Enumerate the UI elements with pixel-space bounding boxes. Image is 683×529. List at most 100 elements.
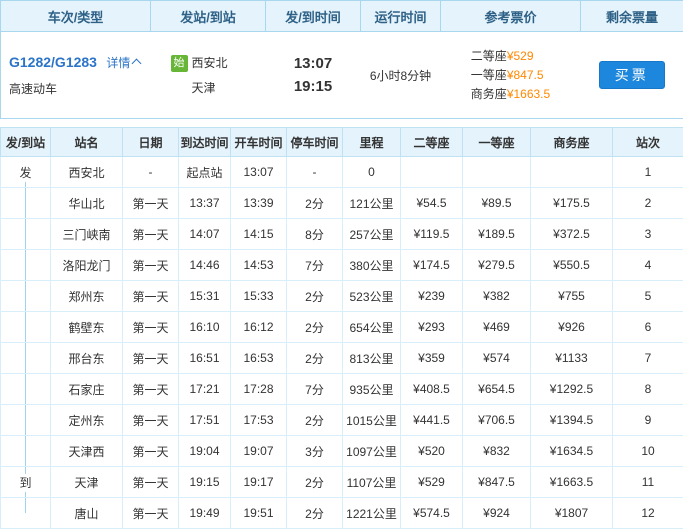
cell-stop: 2分 bbox=[287, 188, 343, 219]
cell-seat1: ¥279.5 bbox=[463, 250, 531, 281]
cell-date: 第一天 bbox=[123, 281, 179, 312]
schedule-row: 郑州东第一天15:3115:332分523公里¥239¥382¥7555 bbox=[1, 281, 683, 312]
cell-station: 天津 bbox=[51, 467, 123, 498]
cell-business: ¥372.5 bbox=[531, 219, 613, 250]
cell-no: 10 bbox=[613, 436, 683, 467]
schedule-row: 唐山第一天19:4919:512分1221公里¥574.5¥924¥180712 bbox=[1, 498, 683, 529]
cell-seat2: ¥408.5 bbox=[401, 374, 463, 405]
train-cell: G1282/G1283 详情 高速动车 bbox=[1, 32, 151, 119]
cell-arrive: 14:07 bbox=[179, 219, 231, 250]
cell-distance: 1107公里 bbox=[343, 467, 401, 498]
cell-no: 7 bbox=[613, 343, 683, 374]
cell-date: 第一天 bbox=[123, 250, 179, 281]
detail-link[interactable]: 详情 bbox=[106, 56, 140, 70]
cell-stop: - bbox=[287, 157, 343, 188]
cell-depart: 19:51 bbox=[231, 498, 287, 529]
summary-col-header: 发站/到站 bbox=[151, 1, 266, 32]
fare-seat-label: 二等座 bbox=[471, 49, 507, 63]
cell-business: ¥1394.5 bbox=[531, 405, 613, 436]
cell-no: 2 bbox=[613, 188, 683, 219]
cell-arrive: 19:04 bbox=[179, 436, 231, 467]
cell-business: ¥1663.5 bbox=[531, 467, 613, 498]
marker-cell: 到 bbox=[1, 467, 51, 498]
cell-depart: 13:07 bbox=[231, 157, 287, 188]
cell-seat2: ¥54.5 bbox=[401, 188, 463, 219]
schedule-col-header: 二等座 bbox=[401, 128, 463, 157]
cell-no: 6 bbox=[613, 312, 683, 343]
fares-cell: 二等座¥529一等座¥847.5商务座¥1663.5 bbox=[441, 32, 581, 119]
cell-stop: 2分 bbox=[287, 281, 343, 312]
cell-date: 第一天 bbox=[123, 498, 179, 529]
cell-arrive: 19:49 bbox=[179, 498, 231, 529]
schedule-body: 发西安北-起点站13:07-01华山北第一天13:3713:392分121公里¥… bbox=[1, 157, 683, 529]
cell-date: 第一天 bbox=[123, 374, 179, 405]
cell-seat1 bbox=[463, 157, 531, 188]
cell-seat1: ¥469 bbox=[463, 312, 531, 343]
cell-date: 第一天 bbox=[123, 436, 179, 467]
cell-date: 第一天 bbox=[123, 219, 179, 250]
cell-station: 定州东 bbox=[51, 405, 123, 436]
cell-depart: 14:53 bbox=[231, 250, 287, 281]
cell-arrive: 起点站 bbox=[179, 157, 231, 188]
summary-header-row: 车次/类型发站/到站发/到时间运行时间参考票价剩余票量 bbox=[1, 1, 683, 32]
train-number: G1282/G1283 bbox=[9, 54, 97, 70]
cell-stop: 2分 bbox=[287, 405, 343, 436]
cell-distance: 654公里 bbox=[343, 312, 401, 343]
cell-seat1: ¥382 bbox=[463, 281, 531, 312]
cell-business bbox=[531, 157, 613, 188]
cell-seat1: ¥574 bbox=[463, 343, 531, 374]
route-line bbox=[25, 219, 26, 249]
cell-stop: 8分 bbox=[287, 219, 343, 250]
destination-station: 天津 bbox=[192, 81, 216, 95]
schedule-col-header: 商务座 bbox=[531, 128, 613, 157]
cell-arrive: 19:15 bbox=[179, 467, 231, 498]
buy-ticket-button[interactable]: 买票 bbox=[599, 61, 665, 89]
summary-col-header: 运行时间 bbox=[361, 1, 441, 32]
route-line bbox=[25, 312, 26, 342]
route-line bbox=[25, 188, 26, 218]
origin-tag-icon: 始 bbox=[171, 55, 188, 72]
schedule-row: 洛阳龙门第一天14:4614:537分380公里¥174.5¥279.5¥550… bbox=[1, 250, 683, 281]
cell-seat1: ¥924 bbox=[463, 498, 531, 529]
cell-distance: 257公里 bbox=[343, 219, 401, 250]
train-summary-table: 车次/类型发站/到站发/到时间运行时间参考票价剩余票量 G1282/G1283 … bbox=[0, 0, 683, 119]
cell-no: 12 bbox=[613, 498, 683, 529]
cell-arrive: 17:21 bbox=[179, 374, 231, 405]
cell-stop: 2分 bbox=[287, 312, 343, 343]
schedule-row: 华山北第一天13:3713:392分121公里¥54.5¥89.5¥175.52 bbox=[1, 188, 683, 219]
cell-business: ¥175.5 bbox=[531, 188, 613, 219]
cell-seat1: ¥189.5 bbox=[463, 219, 531, 250]
cell-arrive: 15:31 bbox=[179, 281, 231, 312]
cell-seat2: ¥359 bbox=[401, 343, 463, 374]
cell-arrive: 16:51 bbox=[179, 343, 231, 374]
cell-distance: 813公里 bbox=[343, 343, 401, 374]
train-summary-row: G1282/G1283 详情 高速动车 始西安北 天津 13:07 19:15 … bbox=[1, 32, 683, 119]
schedule-row: 石家庄第一天17:2117:287分935公里¥408.5¥654.5¥1292… bbox=[1, 374, 683, 405]
cell-business: ¥1634.5 bbox=[531, 436, 613, 467]
cell-no: 1 bbox=[613, 157, 683, 188]
train-type: 高速动车 bbox=[9, 80, 150, 97]
schedule-row: 天津西第一天19:0419:073分1097公里¥520¥832¥1634.51… bbox=[1, 436, 683, 467]
fare-price: ¥529 bbox=[507, 49, 534, 63]
station-marker: 发 bbox=[19, 164, 31, 182]
arrive-time: 19:15 bbox=[267, 75, 360, 98]
schedule-row: 三门峡南第一天14:0714:158分257公里¥119.5¥189.5¥372… bbox=[1, 219, 683, 250]
cell-no: 4 bbox=[613, 250, 683, 281]
fare-price: ¥847.5 bbox=[507, 68, 544, 82]
schedule-row: 鹤壁东第一天16:1016:122分654公里¥293¥469¥9266 bbox=[1, 312, 683, 343]
cell-date: 第一天 bbox=[123, 312, 179, 343]
cell-station: 洛阳龙门 bbox=[51, 250, 123, 281]
cell-seat2 bbox=[401, 157, 463, 188]
cell-arrive: 16:10 bbox=[179, 312, 231, 343]
summary-col-header: 参考票价 bbox=[441, 1, 581, 32]
fare-seat-label: 一等座 bbox=[471, 68, 507, 82]
schedule-row: 发西安北-起点站13:07-01 bbox=[1, 157, 683, 188]
cell-date: 第一天 bbox=[123, 343, 179, 374]
schedule-header-row: 发/到站站名日期到达时间开车时间停车时间里程二等座一等座商务座站次 bbox=[1, 128, 683, 157]
route-line bbox=[25, 343, 26, 373]
cell-seat1: ¥706.5 bbox=[463, 405, 531, 436]
cell-business: ¥755 bbox=[531, 281, 613, 312]
cell-arrive: 13:37 bbox=[179, 188, 231, 219]
fare-item: 一等座¥847.5 bbox=[471, 66, 550, 85]
cell-business: ¥926 bbox=[531, 312, 613, 343]
